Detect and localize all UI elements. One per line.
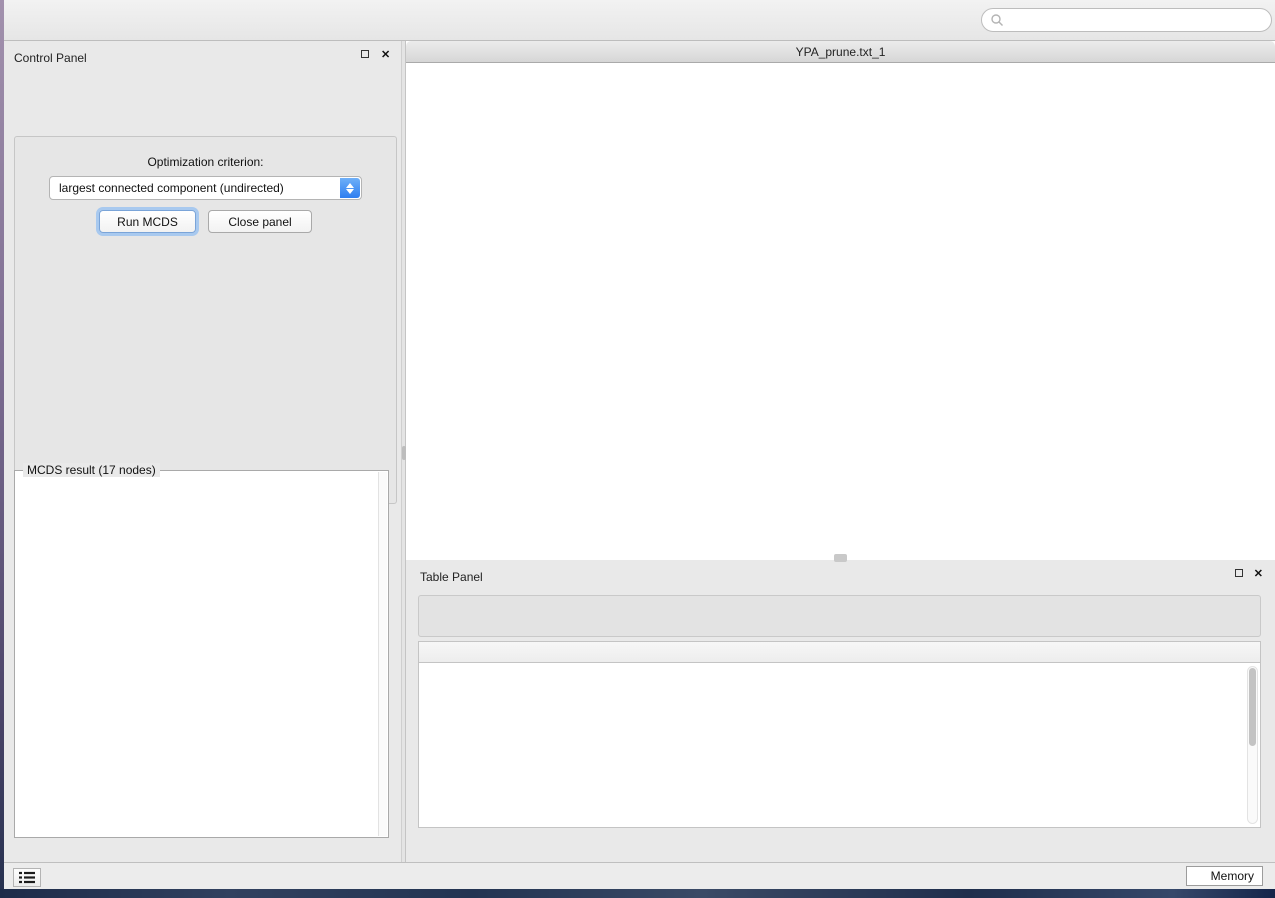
float-icon[interactable] xyxy=(361,49,369,61)
close-icon[interactable]: ✕ xyxy=(381,48,390,61)
optimization-criterion-label: Optimization criterion: xyxy=(15,155,396,169)
run-mcds-button[interactable]: Run MCDS xyxy=(99,210,196,233)
search-input[interactable] xyxy=(1004,11,1271,29)
panel-menu-button[interactable] xyxy=(13,868,41,887)
mcds-result-box: MCDS result (17 nodes) xyxy=(14,470,389,838)
mcds-list-scrollbar[interactable] xyxy=(378,472,387,836)
optimization-criterion-select[interactable]: largest connected component (undirected) xyxy=(49,176,362,200)
mcds-result-list[interactable] xyxy=(17,479,372,835)
table-toolbar xyxy=(418,595,1261,637)
scrollbar-thumb[interactable] xyxy=(1249,668,1256,746)
network-window-titlebar[interactable]: YPA_prune.txt_1 xyxy=(406,41,1275,63)
node-table xyxy=(418,641,1261,828)
search-icon xyxy=(990,13,1004,27)
memory-status-icon xyxy=(1195,871,1206,882)
optimization-criterion-value: largest connected component (undirected) xyxy=(59,181,284,195)
close-panel-button[interactable]: Close panel xyxy=(208,210,312,233)
splitter-grip[interactable] xyxy=(834,554,847,562)
memory-button[interactable]: Memory xyxy=(1186,866,1263,886)
desktop-wallpaper-bottom xyxy=(0,889,1275,898)
close-icon[interactable]: ✕ xyxy=(1254,567,1263,580)
memory-label: Memory xyxy=(1211,869,1254,883)
table-header-row xyxy=(419,642,1260,663)
mcds-result-title: MCDS result (17 nodes) xyxy=(23,463,160,477)
desktop-wallpaper-left xyxy=(0,0,4,898)
table-panel-title: Table Panel xyxy=(420,570,483,584)
select-stepper-icon xyxy=(340,178,360,198)
list-icon xyxy=(19,871,35,884)
float-icon[interactable] xyxy=(1235,568,1243,580)
table-panel: Table Panel ✕ xyxy=(406,563,1275,862)
search-box[interactable] xyxy=(981,8,1272,32)
status-bar: Memory xyxy=(4,862,1275,889)
control-panel: Control Panel ✕ Optimization criterion: … xyxy=(4,41,401,862)
network-window-title: YPA_prune.txt_1 xyxy=(406,45,1275,59)
network-view-window: YPA_prune.txt_1 xyxy=(406,41,1275,560)
table-scrollbar[interactable] xyxy=(1247,666,1258,824)
mcds-tab-content: Optimization criterion: largest connecte… xyxy=(14,136,397,504)
network-canvas[interactable] xyxy=(406,63,1275,560)
control-panel-title: Control Panel xyxy=(14,51,87,65)
